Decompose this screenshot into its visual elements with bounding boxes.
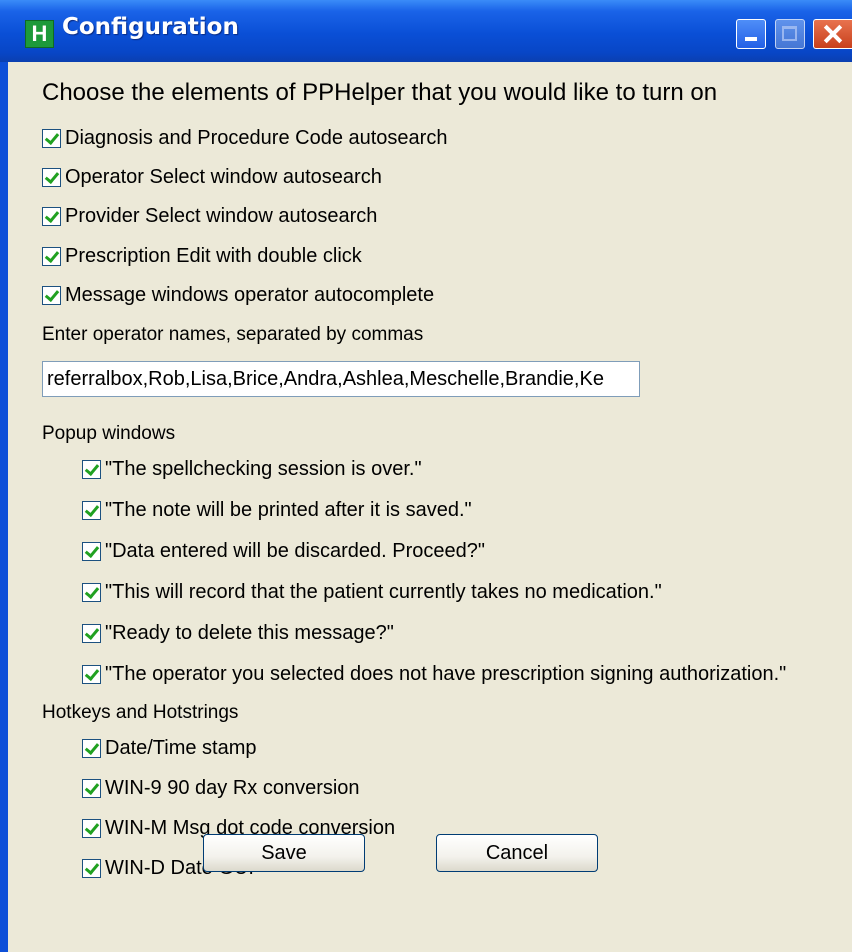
- operator-names-input[interactable]: referralbox,Rob,Lisa,Brice,Andra,Ashlea,…: [42, 361, 640, 397]
- option-diagnosis-autosearch[interactable]: Diagnosis and Procedure Code autosearch: [42, 126, 447, 150]
- checkbox-checked-icon[interactable]: [42, 167, 61, 187]
- hotkeys-label: Hotkeys and Hotstrings: [42, 702, 239, 723]
- title-bar[interactable]: H Configuration: [0, 0, 852, 62]
- option-label: "The note will be printed after it is sa…: [105, 498, 472, 521]
- hotkey-win-9[interactable]: WIN-9 90 day Rx conversion: [82, 776, 360, 800]
- close-button[interactable]: [813, 19, 852, 49]
- configuration-window: H Configuration Choose the elements of P…: [0, 0, 852, 952]
- option-label: Message windows operator autocomplete: [65, 283, 435, 306]
- option-label: WIN-9 90 day Rx conversion: [105, 776, 360, 799]
- dialog-heading: Choose the elements of PPHelper that you…: [42, 79, 718, 106]
- checkbox-checked-icon[interactable]: [42, 206, 61, 226]
- option-label: "Ready to delete this message?": [105, 621, 394, 644]
- app-icon: H: [25, 20, 54, 48]
- hotkey-date-time-stamp[interactable]: Date/Time stamp: [82, 736, 257, 760]
- option-operator-select-autosearch[interactable]: Operator Select window autosearch: [42, 165, 382, 189]
- option-provider-select-autosearch[interactable]: Provider Select window autosearch: [42, 204, 377, 228]
- checkbox-checked-icon[interactable]: [82, 459, 101, 479]
- checkbox-checked-icon[interactable]: [42, 246, 61, 266]
- popup-windows-label: Popup windows: [42, 423, 176, 444]
- checkbox-checked-icon[interactable]: [42, 285, 61, 305]
- checkbox-checked-icon[interactable]: [82, 738, 101, 758]
- operator-names-label: Enter operator names, separated by comma…: [42, 324, 424, 345]
- popup-delete-message[interactable]: "Ready to delete this message?": [82, 621, 394, 645]
- checkbox-checked-icon[interactable]: [82, 858, 101, 878]
- cancel-button[interactable]: Cancel: [436, 834, 598, 872]
- dialog-body: Choose the elements of PPHelper that you…: [8, 62, 852, 952]
- option-label: "This will record that the patient curre…: [105, 580, 662, 603]
- option-label: Date/Time stamp: [105, 736, 257, 759]
- popup-no-signing-authorization[interactable]: "The operator you selected does not have…: [82, 662, 786, 686]
- option-label: "Data entered will be discarded. Proceed…: [105, 539, 485, 562]
- option-label: Diagnosis and Procedure Code autosearch: [65, 126, 448, 149]
- checkbox-checked-icon[interactable]: [82, 500, 101, 520]
- option-label: Provider Select window autosearch: [65, 204, 378, 227]
- popup-note-printed[interactable]: "The note will be printed after it is sa…: [82, 498, 472, 522]
- checkbox-checked-icon[interactable]: [82, 541, 101, 561]
- checkbox-checked-icon[interactable]: [82, 582, 101, 602]
- maximize-button: [775, 19, 805, 49]
- checkbox-checked-icon[interactable]: [82, 664, 101, 684]
- option-label: "The spellchecking session is over.": [105, 457, 422, 480]
- option-label: Operator Select window autosearch: [65, 165, 382, 188]
- checkbox-checked-icon[interactable]: [82, 623, 101, 643]
- popup-no-medication[interactable]: "This will record that the patient curre…: [82, 580, 662, 604]
- save-button[interactable]: Save: [203, 834, 365, 872]
- option-label: "The operator you selected does not have…: [105, 662, 787, 685]
- window-title: Configuration: [62, 14, 239, 40]
- checkbox-checked-icon[interactable]: [42, 128, 61, 148]
- option-label: Prescription Edit with double click: [65, 244, 362, 267]
- minimize-button[interactable]: [736, 19, 766, 49]
- popup-data-discarded[interactable]: "Data entered will be discarded. Proceed…: [82, 539, 485, 563]
- option-message-autocomplete[interactable]: Message windows operator autocomplete: [42, 283, 434, 307]
- popup-spellcheck-over[interactable]: "The spellchecking session is over.": [82, 457, 422, 481]
- option-prescription-edit[interactable]: Prescription Edit with double click: [42, 244, 362, 268]
- checkbox-checked-icon[interactable]: [82, 778, 101, 798]
- checkbox-checked-icon[interactable]: [82, 818, 101, 838]
